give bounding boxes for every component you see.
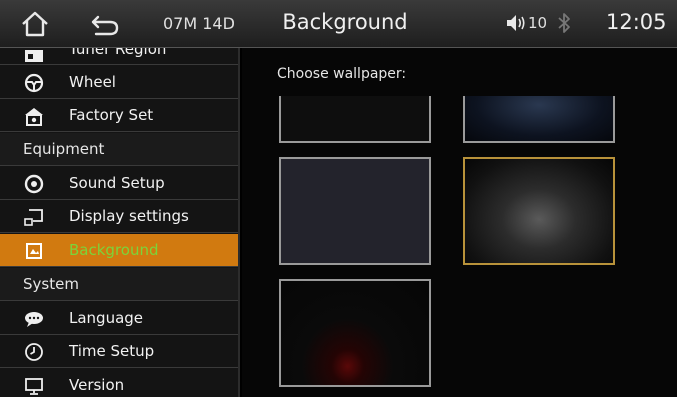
bluetooth-icon: [558, 13, 570, 33]
sidebar-item-label: Version: [69, 376, 125, 394]
speech-bubble-icon: [25, 312, 43, 327]
monitor-icon: [25, 378, 43, 395]
date-display: 07M 14D: [163, 14, 235, 33]
factory-icon: [25, 108, 43, 126]
speaker-icon: [24, 174, 44, 194]
sidebar-item-label: Time Setup: [69, 342, 155, 360]
sidebar-item-label: Background: [69, 241, 159, 259]
sidebar-item-sound-setup[interactable]: Sound Setup: [0, 167, 238, 200]
sidebar-item-label: Language: [69, 309, 144, 327]
page-title: Background: [282, 10, 408, 34]
sidebar-item-wheel[interactable]: Wheel: [0, 66, 238, 99]
sidebar-item-background[interactable]: Background: [0, 234, 238, 267]
volume-level: 10: [528, 14, 548, 32]
section-header-system: System: [0, 268, 238, 301]
clock-icon: [25, 343, 43, 361]
speaker-volume-icon: [507, 15, 525, 31]
clock: 12:05: [606, 10, 667, 34]
wallpaper-panel: Choose wallpaper:: [242, 48, 677, 397]
wallpaper-icon: [26, 243, 42, 259]
wallpaper-thumbnail-red-flame[interactable]: [279, 279, 431, 387]
settings-sidebar: Tuner Region Wheel Factory Set Equipment…: [0, 48, 240, 397]
back-arrow-icon[interactable]: [90, 12, 120, 38]
sidebar-item-display-settings[interactable]: Display settings: [0, 200, 238, 233]
section-header-equipment: Equipment: [0, 133, 238, 166]
radio-icon: [25, 50, 43, 62]
sidebar-item-label: Sound Setup: [69, 174, 165, 192]
wallpaper-thumbnail-slate[interactable]: [279, 157, 431, 265]
wallpaper-thumbnail-blue-glow[interactable]: [463, 96, 615, 143]
sidebar-item-language[interactable]: Language: [0, 302, 238, 335]
section-label: System: [23, 275, 79, 293]
sidebar-item-tuner-region[interactable]: Tuner Region: [0, 48, 238, 65]
sidebar-item-version[interactable]: Version: [0, 369, 238, 397]
sidebar-item-label: Tuner Region: [69, 48, 167, 58]
sidebar-item-label: Factory Set: [69, 106, 154, 124]
sidebar-item-time-setup[interactable]: Time Setup: [0, 335, 238, 368]
sidebar-item-factory-set[interactable]: Factory Set: [0, 99, 238, 132]
choose-wallpaper-label: Choose wallpaper:: [277, 66, 407, 82]
sidebar-item-label: Wheel: [69, 73, 116, 91]
status-bar: 07M 14D Background 10 12:05: [0, 0, 677, 48]
wallpaper-thumbnail-grey-spotlight[interactable]: [463, 157, 615, 265]
steering-wheel-icon: [24, 73, 44, 93]
sidebar-item-label: Display settings: [69, 207, 189, 225]
home-icon[interactable]: [20, 10, 50, 38]
volume-indicator[interactable]: 10: [505, 13, 547, 33]
display-icon: [24, 209, 43, 226]
section-label: Equipment: [23, 140, 105, 158]
wallpaper-thumbnail-black[interactable]: [279, 96, 431, 143]
